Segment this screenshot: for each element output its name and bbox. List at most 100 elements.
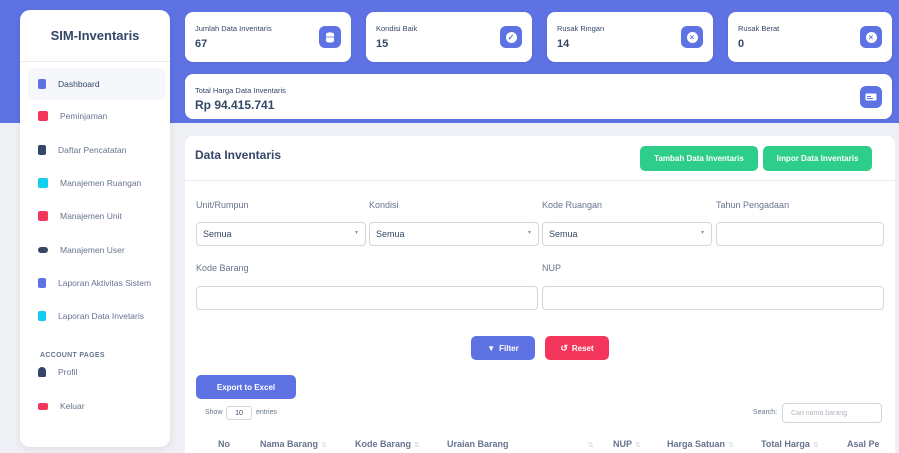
- stat-card-kondisi-baik: Kondisi Baik 15 ✓: [366, 12, 532, 62]
- column-header-asal-perolehan[interactable]: Asal Pe: [847, 439, 887, 449]
- sidebar: SIM-Inventaris Dashboard Peminjaman Daft…: [20, 10, 170, 447]
- entries-label: entries: [256, 409, 278, 416]
- inbox-icon: [38, 111, 48, 121]
- kode-ruangan-select-value: Semua: [549, 229, 578, 239]
- brand-title[interactable]: SIM-Inventaris: [20, 10, 170, 62]
- column-label: Harga Satuan: [667, 439, 726, 449]
- logout-icon: [38, 402, 48, 410]
- inventaris-panel: Data Inventaris Tambah Data Inventaris I…: [185, 136, 895, 453]
- show-label: Show: [205, 409, 223, 416]
- sidebar-item-label: Profil: [58, 367, 78, 377]
- reset-button-label: Reset: [571, 343, 594, 353]
- stat-value: 14: [557, 38, 570, 50]
- kondisi-select[interactable]: Semua ▾: [369, 222, 539, 246]
- kode-barang-label: Kode Barang: [196, 263, 249, 273]
- sidebar-item-peminjaman[interactable]: Peminjaman: [28, 100, 166, 132]
- file-icon: [38, 278, 46, 288]
- stat-card-rusak-ringan: Rusak Ringan 14 ×: [547, 12, 713, 62]
- column-header-no[interactable]: No: [218, 439, 230, 449]
- tahun-label: Tahun Pengadaan: [716, 200, 790, 210]
- tahun-input[interactable]: [716, 222, 884, 246]
- x-circle-icon: ×: [681, 26, 703, 48]
- sort-icon: ⇅: [588, 442, 594, 449]
- stat-card-rusak-berat: Rusak Berat 0 ×: [728, 12, 892, 62]
- sort-icon: ⇅: [414, 442, 420, 449]
- reset-icon: ↺: [560, 342, 568, 353]
- stat-label: Rusak Berat: [738, 24, 780, 33]
- nup-input[interactable]: [542, 286, 884, 310]
- export-excel-button[interactable]: Export to Excel: [196, 375, 296, 399]
- chevron-down-icon: ▾: [354, 230, 358, 236]
- money-icon: [860, 86, 882, 108]
- stat-value: 0: [738, 38, 745, 50]
- nup-label: NUP: [542, 263, 562, 273]
- chevron-down-icon: ▾: [700, 230, 704, 236]
- column-label: Nama Barang: [260, 439, 319, 449]
- total-label: Total Harga Data Inventaris: [195, 86, 286, 95]
- entries-select[interactable]: 10: [226, 406, 252, 420]
- sidebar-item-manajemen-unit[interactable]: Manajemen Unit: [28, 200, 166, 232]
- column-label: Uraian Barang: [447, 439, 509, 449]
- column-header-nup[interactable]: NUP ⇅: [613, 439, 641, 449]
- filter-button-label: Filter: [499, 343, 519, 353]
- total-value: Rp 94.415.741: [195, 98, 275, 112]
- column-label: Kode Barang: [355, 439, 412, 449]
- add-inventaris-button[interactable]: Tambah Data Inventaris: [640, 146, 758, 171]
- check-circle-icon: ✓: [500, 26, 522, 48]
- unit-select-value: Semua: [203, 229, 232, 239]
- filter-icon: ▼: [487, 343, 496, 353]
- column-header-total-harga[interactable]: Total Harga ⇅: [761, 439, 819, 449]
- sidebar-item-profil[interactable]: Profil: [28, 356, 166, 388]
- column-header-nama-barang[interactable]: Nama Barang ⇅: [260, 439, 327, 449]
- sidebar-item-label: Dashboard: [58, 79, 100, 89]
- file-icon: [38, 79, 46, 89]
- sidebar-item-manajemen-ruangan[interactable]: Manajemen Ruangan: [28, 167, 166, 199]
- sort-icon: ⇅: [321, 442, 327, 449]
- column-header-kode-barang[interactable]: Kode Barang ⇅: [355, 439, 420, 449]
- column-header-harga-satuan[interactable]: Harga Satuan ⇅: [667, 439, 734, 449]
- file-icon: [38, 311, 46, 321]
- sidebar-item-label: Laporan Aktivitas Sistem: [58, 278, 152, 288]
- building-icon: [38, 178, 48, 188]
- clipboard-icon: [38, 145, 46, 155]
- column-label: Asal Pe: [847, 439, 880, 449]
- x-circle-icon: ×: [860, 26, 882, 48]
- building-icon: [38, 211, 48, 221]
- sidebar-item-keluar[interactable]: Keluar: [28, 390, 166, 422]
- filter-button[interactable]: ▼ Filter: [471, 336, 535, 360]
- kode-ruangan-select[interactable]: Semua ▾: [542, 222, 712, 246]
- sidebar-item-laporan-aktivitas[interactable]: Laporan Aktivitas Sistem: [28, 267, 166, 299]
- reset-button[interactable]: ↺ Reset: [545, 336, 609, 360]
- sort-icon: ⇅: [728, 442, 734, 449]
- column-header-uraian-barang[interactable]: Uraian Barang: [447, 439, 509, 449]
- stat-card-jumlah: Jumlah Data Inventaris 67: [185, 12, 351, 62]
- column-label: No: [218, 439, 230, 449]
- sidebar-item-daftar-pencatatan[interactable]: Daftar Pencatatan: [28, 134, 166, 166]
- users-icon: [38, 247, 48, 253]
- sort-icon: ⇅: [635, 442, 641, 449]
- stat-label: Kondisi Baik: [376, 24, 418, 33]
- sidebar-item-dashboard[interactable]: Dashboard: [28, 68, 166, 100]
- sidebar-item-label: Peminjaman: [60, 111, 108, 121]
- column-label: Total Harga: [761, 439, 810, 449]
- kondisi-select-value: Semua: [376, 229, 405, 239]
- unit-select[interactable]: Semua ▾: [196, 222, 366, 246]
- user-icon: [38, 367, 46, 377]
- kode-barang-input[interactable]: [196, 286, 538, 310]
- sidebar-item-label: Manajemen Ruangan: [60, 178, 142, 188]
- search-label: Search:: [753, 409, 778, 416]
- sort-icon-uraian[interactable]: ⇅: [585, 439, 594, 449]
- import-inventaris-button[interactable]: Impor Data Inventaris: [763, 146, 872, 171]
- stat-value: 67: [195, 38, 208, 50]
- sidebar-item-manajemen-user[interactable]: Manajemen User: [28, 234, 166, 266]
- sidebar-item-laporan-data[interactable]: Laporan Data Invetaris: [28, 300, 166, 332]
- divider: [185, 180, 895, 181]
- kondisi-label: Kondisi: [369, 200, 399, 210]
- search-input[interactable]: Cari nama barang: [782, 403, 882, 423]
- column-label: NUP: [613, 439, 633, 449]
- stat-label: Jumlah Data Inventaris: [195, 24, 272, 33]
- database-icon: [319, 26, 341, 48]
- sidebar-item-label: Manajemen User: [60, 245, 125, 255]
- kode-ruangan-label: Kode Ruangan: [542, 200, 603, 210]
- sidebar-item-label: Manajemen Unit: [60, 211, 122, 221]
